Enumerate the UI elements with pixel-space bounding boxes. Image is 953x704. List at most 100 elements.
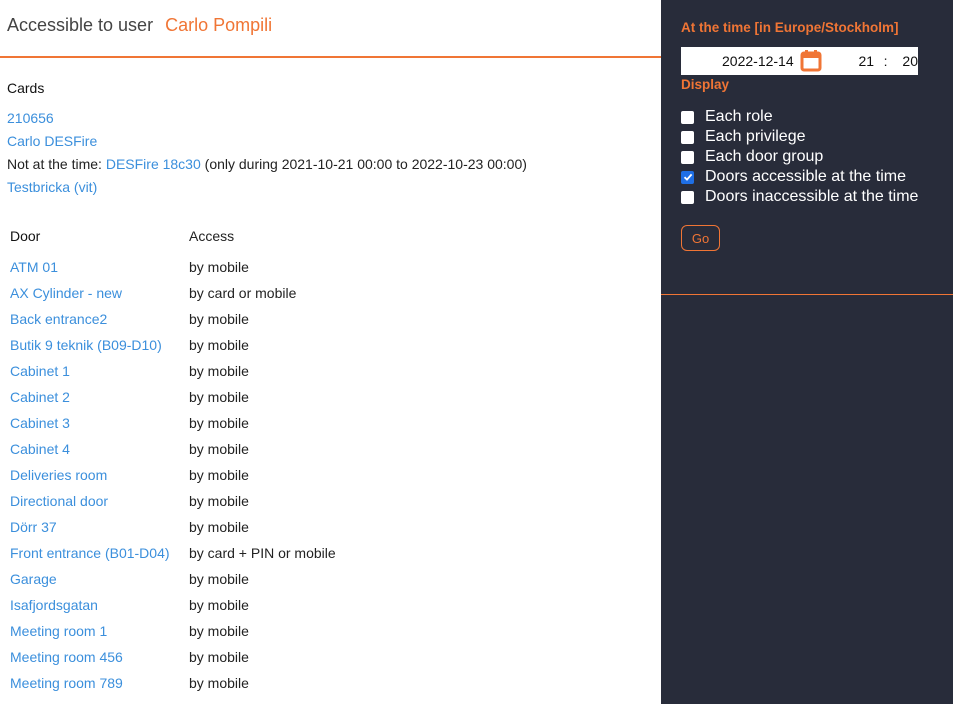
table-row: Butik 9 teknik (B09-D10) by mobile bbox=[9, 332, 336, 358]
option-label[interactable]: Doors inaccessible at the time bbox=[705, 188, 918, 206]
door-link[interactable]: Deliveries room bbox=[10, 467, 107, 483]
table-row: Cabinet 4 by mobile bbox=[9, 436, 336, 462]
door-cell: ATM 01 bbox=[9, 254, 189, 280]
option-label[interactable]: Each privilege bbox=[705, 128, 806, 146]
door-link[interactable]: Butik 9 teknik (B09-D10) bbox=[10, 337, 162, 353]
door-cell: Deliveries room bbox=[9, 462, 189, 488]
door-cell: Cabinet 1 bbox=[9, 358, 189, 384]
table-row: Meeting room 789 by mobile bbox=[9, 670, 336, 696]
door-cell: Back entrance2 bbox=[9, 306, 189, 332]
checkbox[interactable] bbox=[681, 190, 694, 204]
access-cell: by card + PIN or mobile bbox=[189, 545, 336, 561]
door-link[interactable]: Garage bbox=[10, 571, 57, 587]
door-link[interactable]: Meeting room 1 bbox=[10, 623, 107, 639]
access-cell: by mobile bbox=[189, 597, 249, 613]
access-cell: by mobile bbox=[189, 467, 249, 483]
card-item: Testbricka (vit) bbox=[7, 176, 654, 199]
checkbox[interactable] bbox=[681, 110, 694, 124]
access-cell: by mobile bbox=[189, 363, 249, 379]
card-list: 210656 Carlo DESFire Not at the time: DE… bbox=[7, 107, 654, 199]
door-link[interactable]: Cabinet 2 bbox=[10, 389, 70, 405]
door-cell: Cabinet 4 bbox=[9, 436, 189, 462]
door-link[interactable]: Back entrance2 bbox=[10, 311, 107, 327]
checkbox[interactable] bbox=[681, 150, 694, 164]
door-cell: Garage bbox=[9, 566, 189, 592]
display-option: Each role bbox=[681, 107, 933, 127]
door-cell: Front entrance (B01-D04) bbox=[9, 540, 189, 566]
table-row: Meeting room 456 by mobile bbox=[9, 644, 336, 670]
door-cell: Directional door bbox=[9, 488, 189, 514]
door-link[interactable]: Directional door bbox=[10, 493, 108, 509]
access-cell: by mobile bbox=[189, 519, 249, 535]
cards-section: Cards 210656 Carlo DESFire Not at the ti… bbox=[0, 58, 661, 199]
sidebar: At the time [in Europe/Stockholm] 2022-1… bbox=[661, 0, 953, 704]
table-row: Meeting room 1 by mobile bbox=[9, 618, 336, 644]
table-row: Garage by mobile bbox=[9, 566, 336, 592]
table-row: Deliveries room by mobile bbox=[9, 462, 336, 488]
door-cell: Cabinet 3 bbox=[9, 410, 189, 436]
hour-input[interactable]: 21 bbox=[823, 53, 875, 69]
access-cell: by mobile bbox=[189, 311, 249, 327]
go-button[interactable]: Go bbox=[681, 225, 720, 251]
door-link[interactable]: AX Cylinder - new bbox=[10, 285, 122, 301]
access-cell: by mobile bbox=[189, 389, 249, 405]
table-row: Dörr 37 by mobile bbox=[9, 514, 336, 540]
access-cell: by mobile bbox=[189, 415, 249, 431]
door-cell: Cabinet 2 bbox=[9, 384, 189, 410]
access-cell: by mobile bbox=[189, 649, 249, 665]
card-item: Carlo DESFire bbox=[7, 130, 654, 153]
main-panel: Accessible to user Carlo Pompili Cards 21… bbox=[0, 0, 661, 704]
minute-input[interactable]: 20 bbox=[897, 53, 918, 69]
table-row: Cabinet 2 by mobile bbox=[9, 384, 336, 410]
door-link[interactable]: Isafjordsgatan bbox=[10, 597, 98, 613]
door-link[interactable]: Cabinet 4 bbox=[10, 441, 70, 457]
date-input[interactable]: 2022-12-14 bbox=[681, 53, 800, 69]
door-link[interactable]: Dörr 37 bbox=[10, 519, 57, 535]
display-option: Each privilege bbox=[681, 127, 933, 147]
door-link[interactable]: ATM 01 bbox=[10, 259, 58, 275]
card-link[interactable]: DESFire 18c30 bbox=[106, 156, 201, 172]
display-option: Each door group bbox=[681, 147, 933, 167]
card-status-prefix: Not at the time: bbox=[7, 156, 102, 172]
door-link[interactable]: Cabinet 1 bbox=[10, 363, 70, 379]
door-link[interactable]: Cabinet 3 bbox=[10, 415, 70, 431]
cards-title: Cards bbox=[7, 80, 45, 96]
table-row: Cabinet 1 by mobile bbox=[9, 358, 336, 384]
access-cell: by mobile bbox=[189, 337, 249, 353]
door-cell: Meeting room 1 bbox=[9, 618, 189, 644]
checkbox[interactable] bbox=[681, 130, 694, 144]
door-link[interactable]: Front entrance (B01-D04) bbox=[10, 545, 170, 561]
door-cell: AX Cylinder - new bbox=[9, 280, 189, 306]
access-cell: by mobile bbox=[189, 441, 249, 457]
card-link[interactable]: 210656 bbox=[7, 110, 54, 126]
table-row: Directional door by mobile bbox=[9, 488, 336, 514]
option-label[interactable]: Doors accessible at the time bbox=[705, 168, 906, 186]
table-header-row: Door Access bbox=[9, 228, 336, 254]
card-link[interactable]: Carlo DESFire bbox=[7, 133, 97, 149]
column-header-access: Access bbox=[189, 228, 235, 244]
door-cell: Isafjordsgatan bbox=[9, 592, 189, 618]
table-row: AX Cylinder - new by card or mobile bbox=[9, 280, 336, 306]
option-label[interactable]: Each door group bbox=[705, 148, 823, 166]
door-cell: Butik 9 teknik (B09-D10) bbox=[9, 332, 189, 358]
table-row: Back entrance2 by mobile bbox=[9, 306, 336, 332]
door-link[interactable]: Meeting room 789 bbox=[10, 675, 123, 691]
access-cell: by mobile bbox=[189, 623, 249, 639]
checkmark-icon bbox=[683, 173, 692, 181]
display-option: Doors inaccessible at the time bbox=[681, 187, 933, 207]
time-title: At the time [in Europe/Stockholm] bbox=[681, 20, 899, 35]
display-options: Each role Each privilege Each door group Do… bbox=[681, 107, 933, 207]
checkbox-checked[interactable] bbox=[681, 170, 694, 184]
user-name: Carlo Pompili bbox=[165, 15, 273, 35]
table-row: Front entrance (B01-D04) by card + PIN or… bbox=[9, 540, 336, 566]
door-cell: Dörr 37 bbox=[9, 514, 189, 540]
card-link[interactable]: Testbricka (vit) bbox=[7, 179, 97, 195]
access-cell: by mobile bbox=[189, 675, 249, 691]
card-validity-period: (only during 2021-10-21 00:00 to 2022-10… bbox=[204, 156, 527, 172]
calendar-icon[interactable] bbox=[800, 49, 823, 73]
time-separator: : bbox=[883, 53, 888, 69]
door-link[interactable]: Meeting room 456 bbox=[10, 649, 123, 665]
access-cell: by mobile bbox=[189, 571, 249, 587]
option-label[interactable]: Each role bbox=[705, 108, 773, 126]
access-cell: by mobile bbox=[189, 493, 249, 509]
